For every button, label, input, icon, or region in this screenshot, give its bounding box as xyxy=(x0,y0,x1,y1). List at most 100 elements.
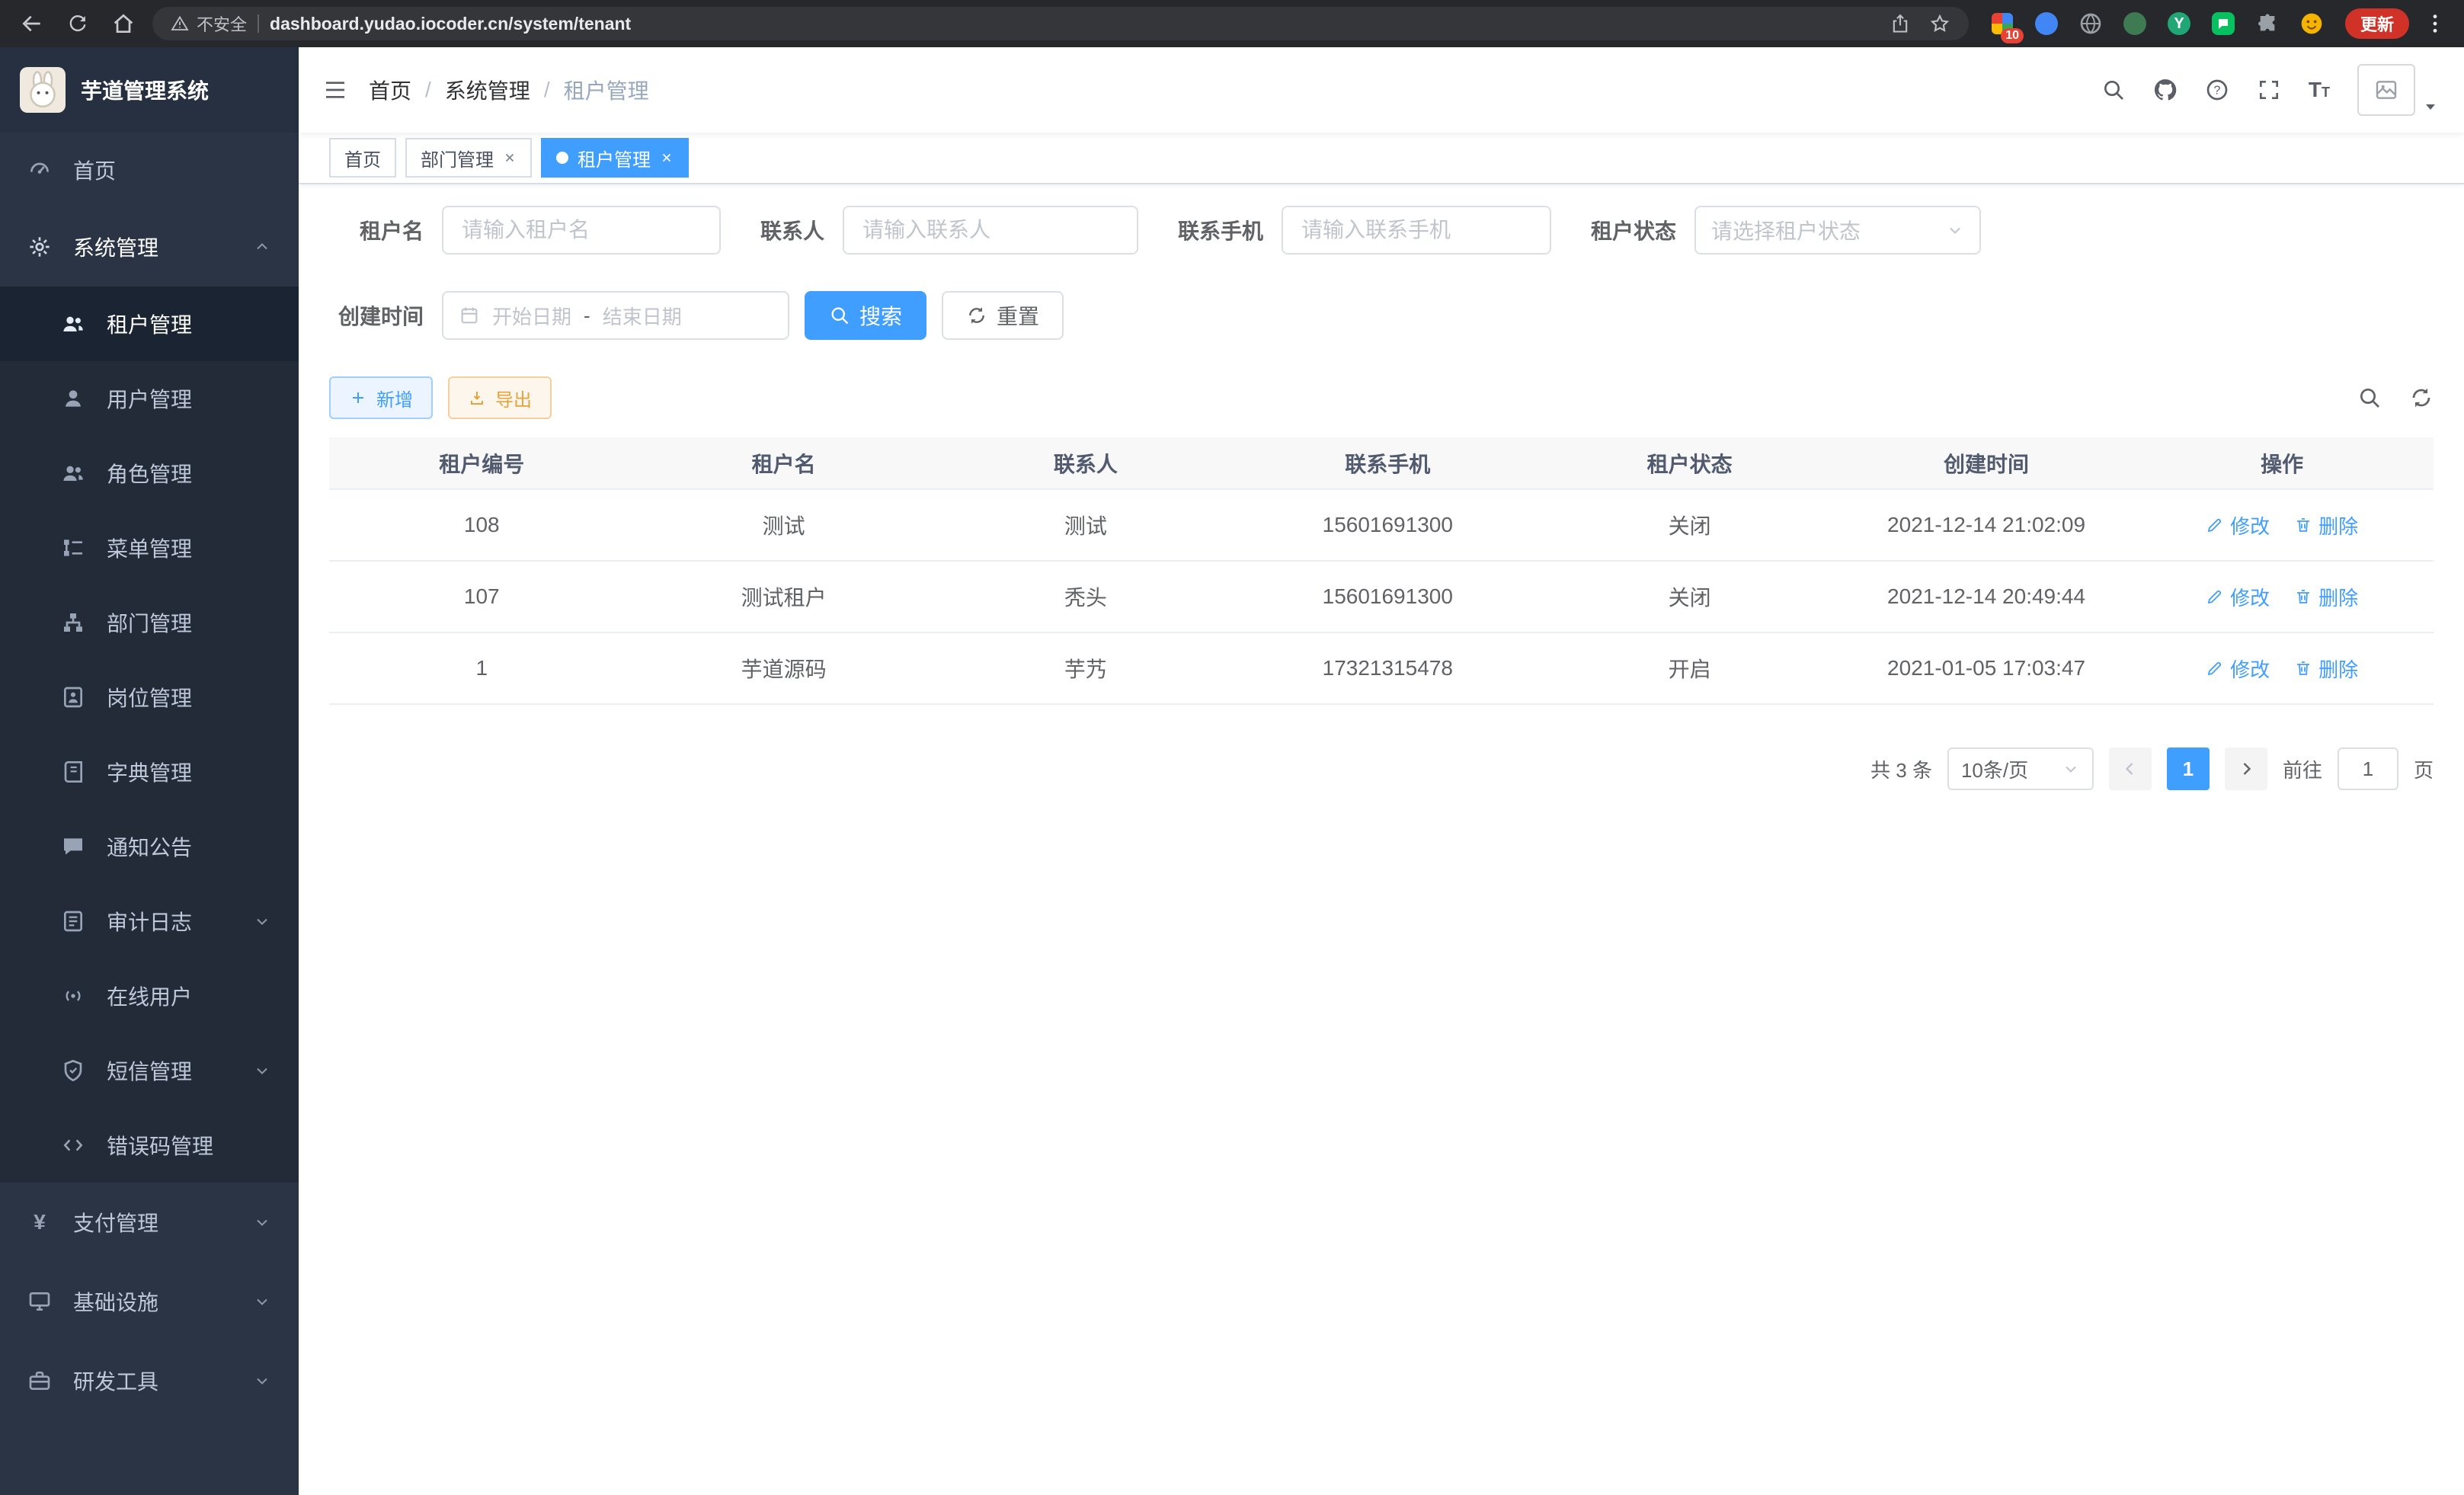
warning-icon xyxy=(171,14,189,33)
sidebar-logo[interactable]: 芋道管理系统 xyxy=(0,47,299,133)
url-bar[interactable]: 不安全 dashboard.yudao.iocoder.cn/system/te… xyxy=(152,7,1969,40)
extension-blue-icon[interactable] xyxy=(2034,11,2059,36)
chevron-right-icon xyxy=(2237,760,2255,778)
col-status: 租户状态 xyxy=(1537,437,1842,489)
reset-button[interactable]: 重置 xyxy=(942,291,1064,340)
extension-puzzle-icon[interactable] xyxy=(2255,11,2280,36)
extensions-area: 10 Y xyxy=(1981,11,2333,36)
breadcrumb-home[interactable]: 首页 xyxy=(369,75,411,105)
font-size-icon[interactable]: TT xyxy=(2309,79,2330,101)
user-avatar-dropdown[interactable] xyxy=(2357,64,2440,116)
tenant-name-input[interactable] xyxy=(442,206,721,255)
browser-chrome: 不安全 dashboard.yudao.iocoder.cn/system/te… xyxy=(0,0,2464,47)
table-row: 1 芋道源码 芋艿 17321315478 开启 2021-01-05 17:0… xyxy=(329,632,2434,704)
logo-image xyxy=(20,67,66,113)
header-search-icon[interactable] xyxy=(2101,78,2126,102)
bookmark-star-icon[interactable] xyxy=(1929,13,1950,34)
toggle-search-icon[interactable] xyxy=(2357,386,2382,410)
share-icon[interactable] xyxy=(1890,13,1911,34)
cell-contact: 芋艿 xyxy=(933,632,1238,704)
sidebar-item-tenant[interactable]: 租户管理 xyxy=(0,287,299,361)
extension-green-dark-icon[interactable] xyxy=(2123,11,2147,36)
org-chart-icon xyxy=(61,610,85,635)
sidebar-item-post[interactable]: 岗位管理 xyxy=(0,660,299,735)
sidebar-item-system[interactable]: 系统管理 xyxy=(0,207,299,287)
delete-link[interactable]: 删除 xyxy=(2294,583,2358,611)
col-tenant-id: 租户编号 xyxy=(329,437,634,489)
tree-list-icon xyxy=(61,536,85,560)
add-button[interactable]: 新增 xyxy=(329,376,433,419)
sidebar-collapse-icon[interactable] xyxy=(323,78,347,102)
tenant-table: 租户编号 租户名 联系人 联系手机 租户状态 创建时间 操作 108 测试 xyxy=(329,437,2434,705)
github-icon[interactable] xyxy=(2153,78,2178,102)
sidebar-item-role[interactable]: 角色管理 xyxy=(0,436,299,511)
extension-green-y-icon[interactable]: Y xyxy=(2167,11,2191,36)
sidebar-item-dict[interactable]: 字典管理 xyxy=(0,735,299,809)
status-select[interactable]: 请选择租户状态 xyxy=(1694,206,1981,255)
close-icon[interactable] xyxy=(660,151,674,165)
browser-update-button[interactable]: 更新 xyxy=(2345,8,2409,39)
create-time-range-picker[interactable]: 开始日期 - 结束日期 xyxy=(442,291,789,340)
tab-tenant[interactable]: 租户管理 xyxy=(541,138,689,178)
sidebar-item-notice[interactable]: 通知公告 xyxy=(0,809,299,884)
tab-dept[interactable]: 部门管理 xyxy=(405,138,532,178)
contact-input[interactable] xyxy=(843,206,1138,255)
next-page-button[interactable] xyxy=(2225,748,2267,790)
breadcrumb-system[interactable]: 系统管理 xyxy=(445,75,530,105)
browser-menu-icon[interactable] xyxy=(2421,11,2449,36)
extension-globe-icon[interactable] xyxy=(2078,11,2103,36)
sidebar-item-home[interactable]: 首页 xyxy=(0,133,299,207)
cell-tenant-id: 1 xyxy=(329,632,634,704)
fullscreen-icon[interactable] xyxy=(2257,78,2281,102)
export-button[interactable]: 导出 xyxy=(448,376,552,419)
extension-avatar-icon[interactable] xyxy=(2299,11,2324,36)
chevron-down-icon xyxy=(253,1213,271,1231)
chevron-up-icon xyxy=(253,238,271,256)
cell-phone: 15601691300 xyxy=(1238,489,1537,561)
extension-grid-icon[interactable]: 10 xyxy=(1990,11,2014,36)
close-icon[interactable] xyxy=(503,151,517,165)
sidebar-item-payment[interactable]: ¥ 支付管理 xyxy=(0,1183,299,1262)
extension-badge: 10 xyxy=(2001,28,2024,43)
sidebar-item-menu[interactable]: 菜单管理 xyxy=(0,511,299,585)
prev-page-button[interactable] xyxy=(2109,748,2152,790)
sidebar-item-infra[interactable]: 基础设施 xyxy=(0,1262,299,1341)
edit-link[interactable]: 修改 xyxy=(2206,583,2270,611)
cell-status: 开启 xyxy=(1537,632,1842,704)
page-size-select[interactable]: 10条/页 xyxy=(1947,748,2094,790)
sidebar-item-online-user[interactable]: 在线用户 xyxy=(0,959,299,1033)
cell-tenant-id: 107 xyxy=(329,561,634,632)
tab-home[interactable]: 首页 xyxy=(329,138,396,178)
cell-phone: 17321315478 xyxy=(1238,632,1537,704)
screen: 不安全 dashboard.yudao.iocoder.cn/system/te… xyxy=(0,0,2464,1495)
browser-home-button[interactable] xyxy=(107,7,140,40)
chevron-down-icon xyxy=(253,1061,271,1080)
page-number-button[interactable]: 1 xyxy=(2167,748,2210,790)
sidebar: 芋道管理系统 首页 系统管理 租户管理 xyxy=(0,47,299,1495)
browser-reload-button[interactable] xyxy=(61,7,94,40)
browser-back-button[interactable] xyxy=(15,7,49,40)
sidebar-item-error-code[interactable]: 错误码管理 xyxy=(0,1108,299,1183)
cell-tenant-name: 测试 xyxy=(634,489,933,561)
sidebar-item-sms[interactable]: 短信管理 xyxy=(0,1033,299,1108)
sidebar-item-dept[interactable]: 部门管理 xyxy=(0,585,299,660)
search-form-row-2: 创建时间 开始日期 - 结束日期 搜索 重置 xyxy=(329,291,2434,340)
pagination: 共 3 条 10条/页 1 前往 页 xyxy=(329,748,2434,790)
sidebar-item-user[interactable]: 用户管理 xyxy=(0,361,299,436)
delete-link[interactable]: 删除 xyxy=(2294,511,2358,539)
security-warning[interactable]: 不安全 xyxy=(171,11,247,36)
search-button[interactable]: 搜索 xyxy=(805,291,926,340)
goto-page-input[interactable] xyxy=(2338,748,2398,790)
edit-link[interactable]: 修改 xyxy=(2206,511,2270,539)
refresh-table-icon[interactable] xyxy=(2409,386,2434,410)
sidebar-item-audit-log[interactable]: 审计日志 xyxy=(0,884,299,959)
phone-input[interactable] xyxy=(1282,206,1551,255)
help-icon[interactable] xyxy=(2205,78,2229,102)
edit-icon xyxy=(2206,587,2224,606)
sidebar-item-devtools[interactable]: 研发工具 xyxy=(0,1341,299,1420)
cell-status: 关闭 xyxy=(1537,489,1842,561)
edit-link[interactable]: 修改 xyxy=(2206,655,2270,683)
extension-chat-icon[interactable] xyxy=(2211,11,2235,36)
delete-link[interactable]: 删除 xyxy=(2294,655,2358,683)
col-contact: 联系人 xyxy=(933,437,1238,489)
